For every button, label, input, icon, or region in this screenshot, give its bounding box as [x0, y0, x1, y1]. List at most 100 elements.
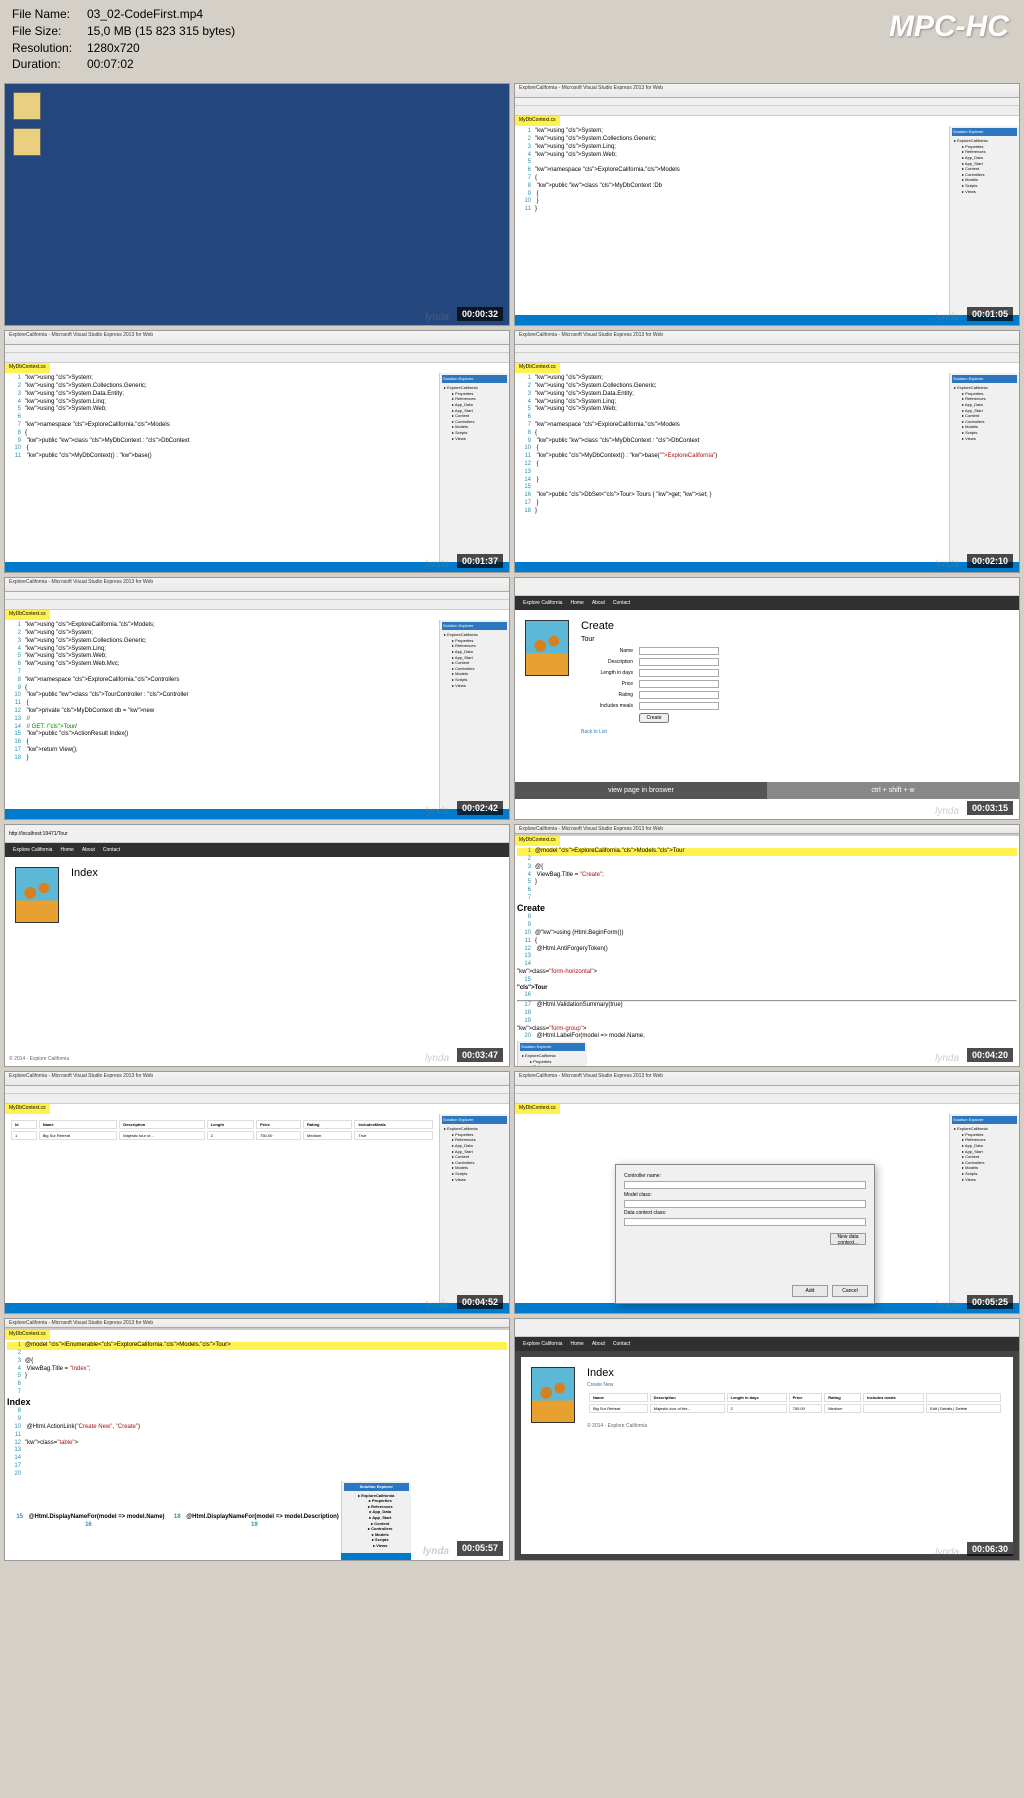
duration: 00:07:02 — [87, 56, 134, 73]
timestamp: 00:02:10 — [967, 554, 1013, 568]
menu-bar[interactable] — [5, 592, 509, 600]
code-editor[interactable]: 1"kw">using "cls">System;2"kw">using "cl… — [5, 373, 439, 562]
code-editor[interactable]: 1@model "cls">IEnumerable<"cls">ExploreC… — [5, 1340, 509, 1561]
page-subtitle: Tour — [581, 636, 1009, 643]
watermark: lynda — [425, 312, 449, 323]
site-nav[interactable]: Explore CaliforniaHomeAboutContact — [515, 1337, 1019, 1351]
solution-explorer[interactable]: Solution Explorer ▸ ExploreCalifornia ▸ … — [439, 1114, 509, 1303]
file-tab[interactable]: MyDbContext.cs — [5, 610, 50, 620]
watermark: lynda — [425, 1300, 449, 1311]
california-logo — [525, 620, 569, 676]
code-editor[interactable]: 1"kw">using "cls">System;2"kw">using "cl… — [515, 126, 949, 315]
menu-bar[interactable] — [515, 1086, 1019, 1094]
file-tab[interactable]: MyDbContext.cs — [515, 116, 560, 126]
file-tab[interactable]: MyDbContext.cs — [5, 1104, 50, 1114]
toolbar[interactable] — [5, 600, 509, 610]
dialog-button[interactable]: Cancel — [832, 1285, 868, 1297]
window-title: ExploreCalifornia - Microsoft Visual Stu… — [515, 825, 1019, 834]
data-table[interactable]: IdNameDescriptionLengthPriceRatingInclud… — [9, 1118, 435, 1142]
timestamp: 00:04:20 — [967, 1048, 1013, 1062]
toolbar[interactable] — [5, 1094, 509, 1104]
menu-bar[interactable] — [515, 345, 1019, 353]
file-tab[interactable]: MyDbContext.cs — [515, 363, 560, 373]
thumbnail-10[interactable]: ExploreCalifornia - Microsoft Visual Stu… — [514, 1071, 1020, 1314]
code-editor[interactable]: 1@model "cls">ExploreCalifornia."cls">Mo… — [515, 846, 1019, 1067]
form-input[interactable] — [639, 691, 719, 699]
solution-explorer[interactable]: Solution Explorer ▸ ExploreCalifornia ▸ … — [517, 1041, 587, 1067]
thumbnail-11[interactable]: ExploreCalifornia - Microsoft Visual Stu… — [4, 1318, 510, 1561]
california-logo — [531, 1367, 575, 1423]
thumbnail-8[interactable]: ExploreCalifornia - Microsoft Visual Stu… — [514, 824, 1020, 1067]
dialog-button[interactable]: Add — [792, 1285, 828, 1297]
footer: © 2014 - Explore California — [587, 1423, 1003, 1429]
file-tab[interactable]: MyDbContext.cs — [5, 363, 50, 373]
desktop-icon[interactable] — [13, 92, 41, 120]
address-bar[interactable] — [515, 1319, 1019, 1337]
toolbar[interactable] — [515, 106, 1019, 116]
create-link[interactable]: Create New — [587, 1382, 1003, 1388]
code-editor[interactable]: 1"kw">using "cls">System;2"kw">using "cl… — [515, 373, 949, 562]
watermark: lynda — [935, 312, 959, 323]
thumbnail-5[interactable]: ExploreCalifornia - Microsoft Visual Stu… — [4, 577, 510, 820]
window-title: ExploreCalifornia - Microsoft Visual Stu… — [5, 331, 509, 345]
file-tab[interactable]: MyDbContext.cs — [515, 836, 560, 846]
toolbar[interactable] — [515, 1094, 1019, 1104]
file-tab[interactable]: MyDbContext.cs — [5, 1330, 50, 1340]
thumbnail-1[interactable]: lynda 00:00:32 — [4, 83, 510, 326]
menu-bar[interactable] — [5, 345, 509, 353]
mpc-logo: MPC-HC — [889, 10, 1009, 44]
form-input[interactable] — [639, 669, 719, 677]
page-title: Index — [71, 867, 98, 1042]
file-tab[interactable]: MyDbContext.cs — [515, 1104, 560, 1114]
thumbnail-7[interactable]: http://localhost:19471/Tour Explore Cali… — [4, 824, 510, 1067]
window-title: ExploreCalifornia - Microsoft Visual Stu… — [5, 1319, 509, 1328]
form-input[interactable] — [639, 702, 719, 710]
dialog-input[interactable] — [624, 1181, 866, 1189]
timestamp: 00:02:42 — [457, 801, 503, 815]
dialog-input[interactable] — [624, 1218, 866, 1226]
form-input[interactable] — [639, 680, 719, 688]
timestamp: 00:03:47 — [457, 1048, 503, 1062]
thumbnail-3[interactable]: ExploreCalifornia - Microsoft Visual Stu… — [4, 330, 510, 573]
back-link[interactable]: Back to List — [581, 729, 1009, 735]
ribbon-view: view page in broswer — [515, 782, 767, 799]
window-title: ExploreCalifornia - Microsoft Visual Stu… — [515, 331, 1019, 345]
thumbnail-2[interactable]: ExploreCalifornia - Microsoft Visual Stu… — [514, 83, 1020, 326]
timestamp: 00:01:37 — [457, 554, 503, 568]
site-nav[interactable]: Explore CaliforniaHomeAboutContact — [5, 843, 509, 857]
site-nav[interactable]: Explore CaliforniaHomeAboutContact — [515, 596, 1019, 610]
form-input[interactable] — [639, 658, 719, 666]
resolution: 1280x720 — [87, 40, 140, 57]
add-controller-dialog[interactable]: Controller name:Model class:Data context… — [615, 1164, 875, 1304]
california-logo — [15, 867, 59, 923]
address-bar[interactable]: http://localhost:19471/Tour — [5, 825, 509, 843]
thumbnail-9[interactable]: ExploreCalifornia - Microsoft Visual Stu… — [4, 1071, 510, 1314]
create-button[interactable]: Create — [639, 713, 669, 723]
thumbnail-4[interactable]: ExploreCalifornia - Microsoft Visual Stu… — [514, 330, 1020, 573]
toolbar[interactable] — [5, 353, 509, 363]
toolbar[interactable] — [515, 353, 1019, 363]
timestamp: 00:05:25 — [967, 1295, 1013, 1309]
form-input[interactable] — [639, 647, 719, 655]
desktop-icon[interactable] — [13, 128, 41, 156]
code-editor[interactable]: 1"kw">using "cls">ExploreCalifornia."cls… — [5, 620, 439, 809]
solution-explorer[interactable]: Solution Explorer ▸ ExploreCalifornia ▸ … — [949, 1114, 1019, 1303]
menu-bar[interactable] — [5, 1086, 509, 1094]
new-context-button[interactable]: New data context... — [830, 1233, 866, 1245]
solution-explorer[interactable]: Solution Explorer ▸ ExploreCalifornia ▸ … — [341, 1481, 411, 1553]
solution-explorer[interactable]: Solution Explorer ▸ ExploreCalifornia ▸ … — [949, 126, 1019, 315]
timestamp: 00:04:52 — [457, 1295, 503, 1309]
thumbnail-6[interactable]: Explore CaliforniaHomeAboutContact Creat… — [514, 577, 1020, 820]
thumbnail-12[interactable]: Explore CaliforniaHomeAboutContact Index… — [514, 1318, 1020, 1561]
watermark: lynda — [935, 1300, 959, 1311]
solution-explorer[interactable]: Solution Explorer ▸ ExploreCalifornia ▸ … — [439, 620, 509, 809]
watermark: lynda — [935, 1053, 959, 1064]
timestamp: 00:00:32 — [457, 307, 503, 321]
address-bar[interactable] — [515, 578, 1019, 596]
dialog-input[interactable] — [624, 1200, 866, 1208]
solution-explorer[interactable]: Solution Explorer ▸ ExploreCalifornia ▸ … — [439, 373, 509, 562]
watermark: lynda — [425, 559, 449, 570]
solution-explorer[interactable]: Solution Explorer ▸ ExploreCalifornia ▸ … — [949, 373, 1019, 562]
window-title: ExploreCalifornia - Microsoft Visual Stu… — [515, 1072, 1019, 1086]
menu-bar[interactable] — [515, 98, 1019, 106]
